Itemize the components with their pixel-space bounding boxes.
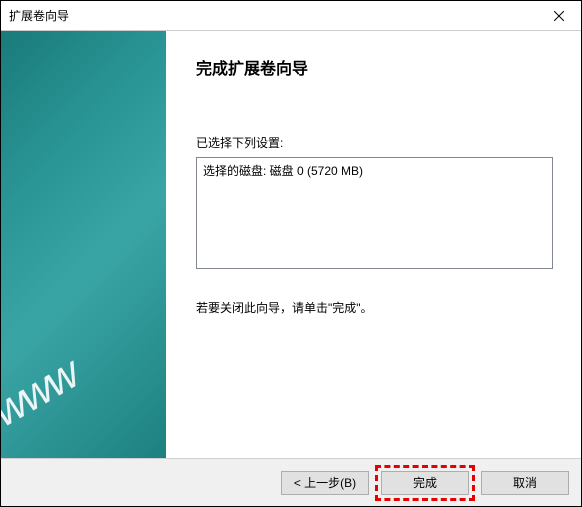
settings-listbox[interactable]: 选择的磁盘: 磁盘 0 (5720 MB)	[196, 157, 553, 269]
close-button[interactable]	[536, 1, 581, 30]
back-button[interactable]: < 上一步(B)	[281, 471, 369, 495]
wizard-window: 扩展卷向导 www 完成扩展卷向导 已选择下列设置: 选择的磁盘: 磁盘 0 (…	[0, 0, 582, 507]
page-title: 完成扩展卷向导	[196, 55, 553, 79]
wizard-content: 完成扩展卷向导 已选择下列设置: 选择的磁盘: 磁盘 0 (5720 MB) 若…	[166, 31, 581, 458]
wizard-sidebar-graphic: www	[1, 31, 166, 458]
titlebar: 扩展卷向导	[1, 1, 581, 31]
window-title: 扩展卷向导	[9, 7, 69, 24]
finish-button[interactable]: 完成	[381, 471, 469, 495]
wizard-footer: < 上一步(B) 完成 取消	[1, 458, 581, 506]
close-icon	[554, 11, 564, 21]
watermark-text: www	[1, 349, 87, 437]
instruction-text: 若要关闭此向导，请单击"完成"。	[196, 299, 553, 316]
settings-label: 已选择下列设置:	[196, 134, 553, 151]
wizard-body: www 完成扩展卷向导 已选择下列设置: 选择的磁盘: 磁盘 0 (5720 M…	[1, 31, 581, 458]
list-item: 选择的磁盘: 磁盘 0 (5720 MB)	[203, 162, 546, 179]
cancel-button[interactable]: 取消	[481, 471, 569, 495]
highlight-marker: 完成	[375, 465, 475, 501]
